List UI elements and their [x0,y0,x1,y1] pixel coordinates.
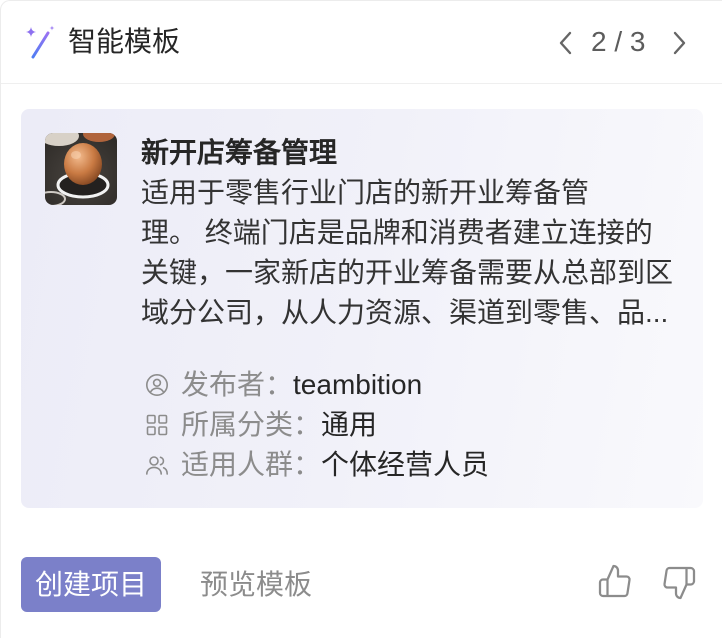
category-value: 通用 [321,409,378,440]
audience-label: 适用人群： [181,449,322,480]
audience-text: 适用人群：个体经营人员 [181,445,489,485]
publisher-value: teambition [293,369,423,400]
category-row: 所属分类：通用 [141,405,689,445]
panel-title: 智能模板 [68,26,181,57]
next-page-button[interactable] [667,27,691,59]
chevron-left-icon [559,31,572,55]
category-label: 所属分类： [181,409,322,440]
template-thumbnail [45,133,117,205]
template-card: 新开店筹备管理 适用于零售行业门店的新开业筹备管 理。 终端门店是品牌和消费者建… [21,109,703,508]
like-button[interactable] [597,563,633,599]
magic-wand-icon [26,25,55,59]
pager-label: 2 / 3 [591,26,646,57]
description-line: 适用于零售行业门店的新开业筹备管 [141,177,590,208]
category-text: 所属分类：通用 [181,405,377,445]
publisher-row: 发布者：teambition [141,365,689,405]
template-meta: 发布者：teambition 所属分类：通用 适用人群：个体经营人员 [141,365,689,485]
audience-row: 适用人群：个体经营人员 [141,445,689,485]
description-line: 关键，一家新店的开业筹备需要从总部到区 [141,257,674,288]
publisher-label: 发布者： [181,369,294,400]
publisher-text: 发布者：teambition [181,365,422,405]
users-icon [146,456,168,475]
description-line: 理。 终端门店是品牌和消费者建立连接的 [141,217,653,248]
egg-photo-thumbnail [45,133,117,205]
user-circle-icon [146,374,168,396]
thumbnail-egg-highlight [71,151,81,159]
description-line: 域分公司，从人力资源、渠道到零售、品... [141,297,669,328]
chevron-right-icon [673,31,686,55]
thumbs-up-icon [598,564,631,598]
audience-value: 个体经营人员 [321,449,490,480]
template-panel: 智能模板 2 / 3 新开店筹备管理 适用于零售行业门店的新开业筹备管 理。 终… [0,0,722,638]
template-description: 适用于零售行业门店的新开业筹备管 理。 终端门店是品牌和消费者建立连接的 关键，… [141,173,689,333]
previous-page-button[interactable] [554,27,578,59]
thumbs-down-icon [663,566,696,600]
dislike-button[interactable] [661,565,697,601]
preview-template-link[interactable]: 预览模板 [200,565,312,605]
create-project-button[interactable]: 创建项目 [21,557,161,612]
grid-icon [146,414,168,436]
template-title: 新开店筹备管理 [141,137,338,168]
thumbnail-egg [64,143,102,185]
panel-header: 智能模板 2 / 3 [1,1,722,84]
